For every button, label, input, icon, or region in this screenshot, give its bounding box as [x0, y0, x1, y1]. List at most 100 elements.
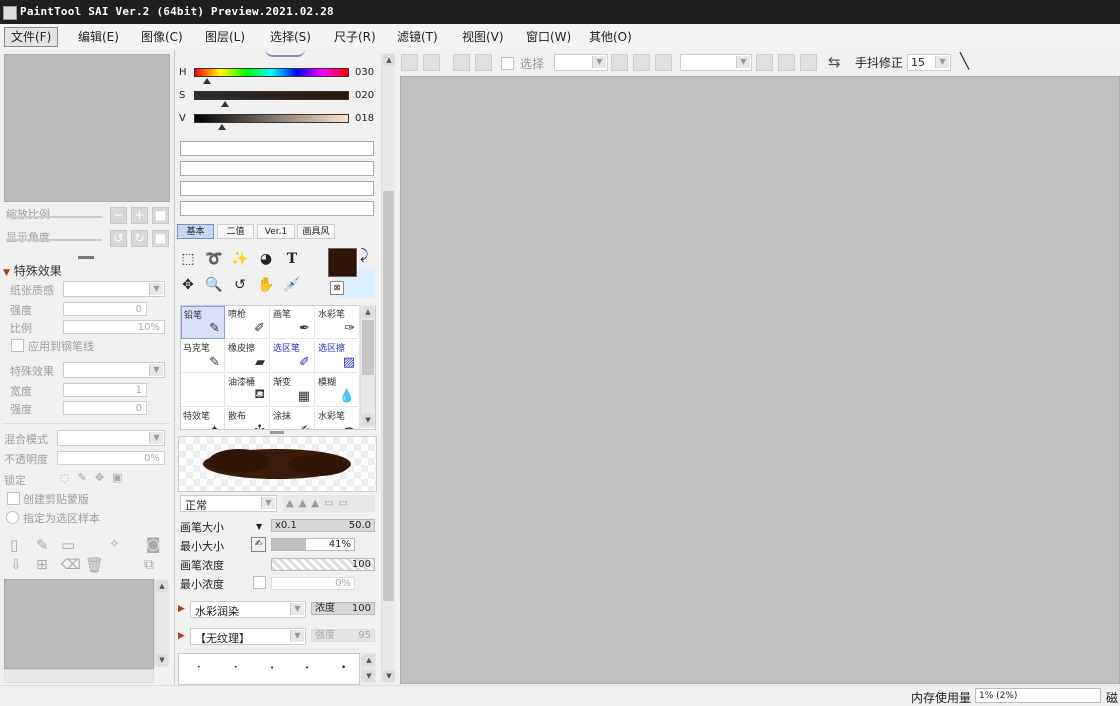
size-dot-icon[interactable]: •: [341, 663, 346, 673]
strength-field[interactable]: 0: [63, 302, 147, 316]
brush-slot[interactable]: 涂抹 ✍: [271, 408, 315, 429]
scroll-down-icon[interactable]: ▼: [383, 670, 395, 682]
rotation-dropdown[interactable]: ▼: [680, 54, 752, 71]
value-thumb[interactable]: [218, 124, 226, 130]
brush-slot[interactable]: 选区擦 ▨: [316, 340, 360, 373]
scroll-down-icon[interactable]: ▼: [363, 670, 375, 682]
scroll-thumb[interactable]: [383, 191, 394, 601]
tab-basic[interactable]: 基本: [177, 224, 214, 239]
undo-icon[interactable]: [401, 54, 418, 71]
brush-slot[interactable]: 特效笔✦: [181, 408, 225, 429]
layer-effect-icon[interactable]: ⟡: [110, 536, 119, 551]
value-slider[interactable]: [194, 114, 349, 123]
tool-panel-scrollbar[interactable]: ▲ ▼: [381, 53, 395, 683]
rotate-reset-button[interactable]: ■: [152, 230, 169, 247]
brush-grid-scrollbar[interactable]: ▲ ▼: [360, 305, 375, 428]
brush-size-presets[interactable]: • • • • •: [178, 653, 360, 685]
layer-list[interactable]: [4, 579, 154, 669]
new-layer-icon[interactable]: ▯: [10, 536, 18, 554]
tab-binary[interactable]: 二值: [217, 224, 254, 239]
special-effect-dropdown[interactable]: ▼: [63, 362, 165, 378]
zoom-dropdown[interactable]: ▼: [554, 54, 608, 71]
menu-view[interactable]: 视图(V): [456, 28, 510, 46]
tab-ver1[interactable]: Ver.1: [257, 224, 295, 239]
color-swatch-row-1[interactable]: [180, 141, 374, 156]
texture-strength-slider[interactable]: 强度 95: [311, 629, 375, 642]
brush-slot[interactable]: 油漆桶 ⛾: [226, 374, 270, 407]
zoom-reset-button[interactable]: ■: [152, 207, 169, 224]
opacity-field[interactable]: 0%: [57, 451, 165, 465]
width-field[interactable]: 1: [63, 383, 147, 397]
brush-density-slider[interactable]: 100: [271, 558, 375, 571]
deselect-icon[interactable]: [453, 54, 470, 71]
scroll-up-icon[interactable]: ▲: [156, 580, 168, 592]
rotate-left-icon[interactable]: [756, 54, 773, 71]
pressure-icon[interactable]: ✍: [251, 537, 266, 552]
menu-ruler[interactable]: 尺子(R): [328, 28, 382, 46]
watercolor-dropdown[interactable]: 水彩润染 ▼: [190, 601, 306, 618]
watercolor-density-slider[interactable]: 浓度 100: [311, 602, 375, 615]
min-density-slider[interactable]: 0%: [271, 577, 355, 590]
menu-layer[interactable]: 图层(L): [199, 28, 251, 46]
zoom-icon[interactable]: 🔍: [203, 274, 225, 296]
scroll-up-icon[interactable]: ▲: [362, 306, 374, 318]
scroll-thumb[interactable]: [362, 320, 374, 375]
scroll-up-icon[interactable]: ▲: [383, 54, 395, 66]
select-checkbox[interactable]: [501, 57, 514, 70]
move-icon[interactable]: ✥: [177, 274, 199, 296]
clear-icon[interactable]: ⌫: [61, 557, 81, 573]
add-icon[interactable]: ⊞: [36, 557, 48, 573]
zoom-in-button[interactable]: +: [131, 207, 148, 224]
magic-wand-icon[interactable]: ✨: [229, 248, 251, 270]
rotate-reset-icon[interactable]: [800, 54, 817, 71]
brush-slot[interactable]: 水彩笔 ✑: [316, 306, 360, 339]
scale-field[interactable]: 10%: [63, 320, 165, 334]
rect-select-icon[interactable]: ⬚: [177, 248, 199, 270]
saturation-slider[interactable]: [194, 91, 349, 100]
hue-thumb[interactable]: [203, 78, 211, 84]
brush-blend-dropdown[interactable]: 正常 ▼: [180, 495, 277, 512]
brush-slot[interactable]: 选区笔 ✐: [271, 340, 315, 373]
invert-selection-icon[interactable]: [475, 54, 492, 71]
brush-slot[interactable]: 画笔 ✒: [271, 306, 315, 339]
hand-icon[interactable]: ✋: [255, 274, 277, 296]
texture-dropdown[interactable]: 【无纹理】 ▼: [190, 628, 306, 645]
merge-down-icon[interactable]: ⇩: [10, 557, 22, 573]
rotate-icon[interactable]: ↺: [229, 274, 251, 296]
zoom-out-icon[interactable]: [611, 54, 628, 71]
scroll-up-icon[interactable]: ▲: [363, 654, 375, 666]
effects-header[interactable]: ▼ 特殊效果: [3, 262, 62, 279]
saturation-thumb[interactable]: [221, 101, 229, 107]
expand-triangle-icon[interactable]: ▶: [178, 631, 185, 641]
zoom-slider[interactable]: [6, 216, 102, 218]
scroll-down-icon[interactable]: ▼: [156, 654, 168, 666]
brush-slot[interactable]: 铅笔 ✎: [181, 306, 225, 339]
strength2-field[interactable]: 0: [63, 401, 147, 415]
size-dot-icon[interactable]: •: [197, 664, 201, 671]
angle-slider[interactable]: [6, 239, 102, 241]
presets-scrollbar[interactable]: ▲ ▼: [361, 653, 376, 683]
layer-list-hscrollbar[interactable]: [4, 669, 154, 683]
brush-slot[interactable]: 渐变 ▦: [271, 374, 315, 407]
tab-art-style[interactable]: 画具风: [297, 224, 335, 239]
menu-select[interactable]: 选择(S): [264, 28, 317, 46]
straight-line-icon[interactable]: ╲: [960, 52, 969, 70]
hue-slider[interactable]: [194, 68, 349, 77]
menu-filter[interactable]: 滤镜(T): [391, 28, 444, 46]
min-size-slider[interactable]: 41%: [271, 538, 355, 551]
brush-slot[interactable]: 水彩笔✒: [316, 408, 360, 429]
selection-source-radio[interactable]: [6, 511, 19, 524]
zoom-in-icon[interactable]: [633, 54, 650, 71]
transparent-color-icon[interactable]: ⊠: [330, 281, 344, 295]
mask-icon[interactable]: ◙: [146, 535, 161, 553]
panel-splitter[interactable]: [270, 431, 284, 434]
text-icon[interactable]: T: [281, 248, 303, 270]
menu-edit[interactable]: 编辑(E): [72, 28, 125, 46]
brush-slot[interactable]: [181, 374, 225, 407]
color-swatch-row-4[interactable]: [180, 201, 374, 216]
paper-texture-dropdown[interactable]: ▼: [63, 281, 165, 297]
zoom-out-button[interactable]: −: [110, 207, 127, 224]
expand-triangle-icon[interactable]: ▶: [178, 604, 185, 614]
brush-size-slider[interactable]: x0.1 50.0: [271, 519, 375, 532]
color-swatch-row-3[interactable]: [180, 181, 374, 196]
